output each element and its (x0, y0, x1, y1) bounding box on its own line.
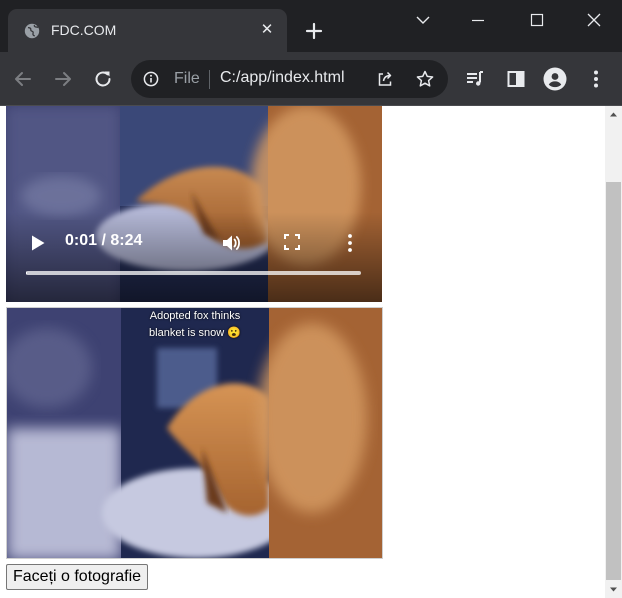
tab-title: FDC.COM (51, 22, 117, 38)
arrow-right-icon[interactable] (51, 67, 75, 91)
fullscreen-icon[interactable] (283, 233, 301, 251)
reload-icon[interactable] (91, 67, 115, 91)
controls-overlay (6, 212, 382, 302)
captured-photo: Adopted fox thinks blanket is snow 😮 (6, 307, 383, 559)
person-icon[interactable] (543, 67, 567, 91)
share-icon[interactable] (376, 70, 394, 88)
photo-image (7, 308, 382, 558)
info-icon[interactable] (143, 71, 159, 87)
close-icon[interactable] (582, 8, 606, 32)
photo-caption-line-2: blanket is snow 😮 (149, 327, 241, 339)
scroll-down-icon[interactable] (605, 581, 622, 598)
url-scheme-label: File (174, 70, 200, 87)
maximize-icon[interactable] (525, 8, 549, 32)
video-time: 0:01 / 8:24 (65, 232, 143, 249)
more-vert-icon[interactable] (346, 233, 354, 253)
tab-strip: FDC.COM ✕ (0, 0, 622, 53)
minimize-icon[interactable] (466, 8, 490, 32)
tab-close-icon[interactable]: ✕ (258, 21, 276, 39)
video-progress-fill (26, 271, 27, 275)
browser-tab[interactable]: FDC.COM ✕ (8, 9, 287, 53)
plus-icon[interactable] (304, 21, 324, 41)
page-viewport: 0:01 / 8:24 Adopted fox thinks blanket i… (0, 106, 605, 598)
url-text[interactable]: C:/app/index.html (220, 69, 345, 87)
media-queue-icon[interactable] (463, 67, 487, 91)
play-icon[interactable] (30, 234, 46, 252)
arrow-left-icon[interactable] (11, 67, 35, 91)
address-bar[interactable]: File C:/app/index.html (131, 60, 448, 98)
scrollbar-thumb[interactable] (606, 182, 621, 580)
browser-toolbar: File C:/app/index.html (0, 52, 622, 106)
globe-icon (24, 23, 40, 39)
scroll-up-icon[interactable] (605, 106, 622, 123)
side-panel-icon[interactable] (504, 67, 528, 91)
photo-caption-line-1: Adopted fox thinks (149, 310, 241, 322)
video-player[interactable]: 0:01 / 8:24 (6, 106, 382, 302)
more-vert-icon[interactable] (584, 67, 608, 91)
volume-icon[interactable] (220, 232, 242, 254)
page-scrollbar[interactable] (605, 106, 622, 598)
chevron-down-icon[interactable] (411, 8, 435, 32)
take-photo-button[interactable]: Faceți o fotografie (6, 564, 149, 590)
star-icon[interactable] (415, 69, 435, 89)
omnibox-divider (209, 70, 210, 89)
video-progress-bar[interactable] (26, 271, 361, 275)
photo-caption: Adopted fox thinks blanket is snow 😮 (121, 308, 269, 342)
